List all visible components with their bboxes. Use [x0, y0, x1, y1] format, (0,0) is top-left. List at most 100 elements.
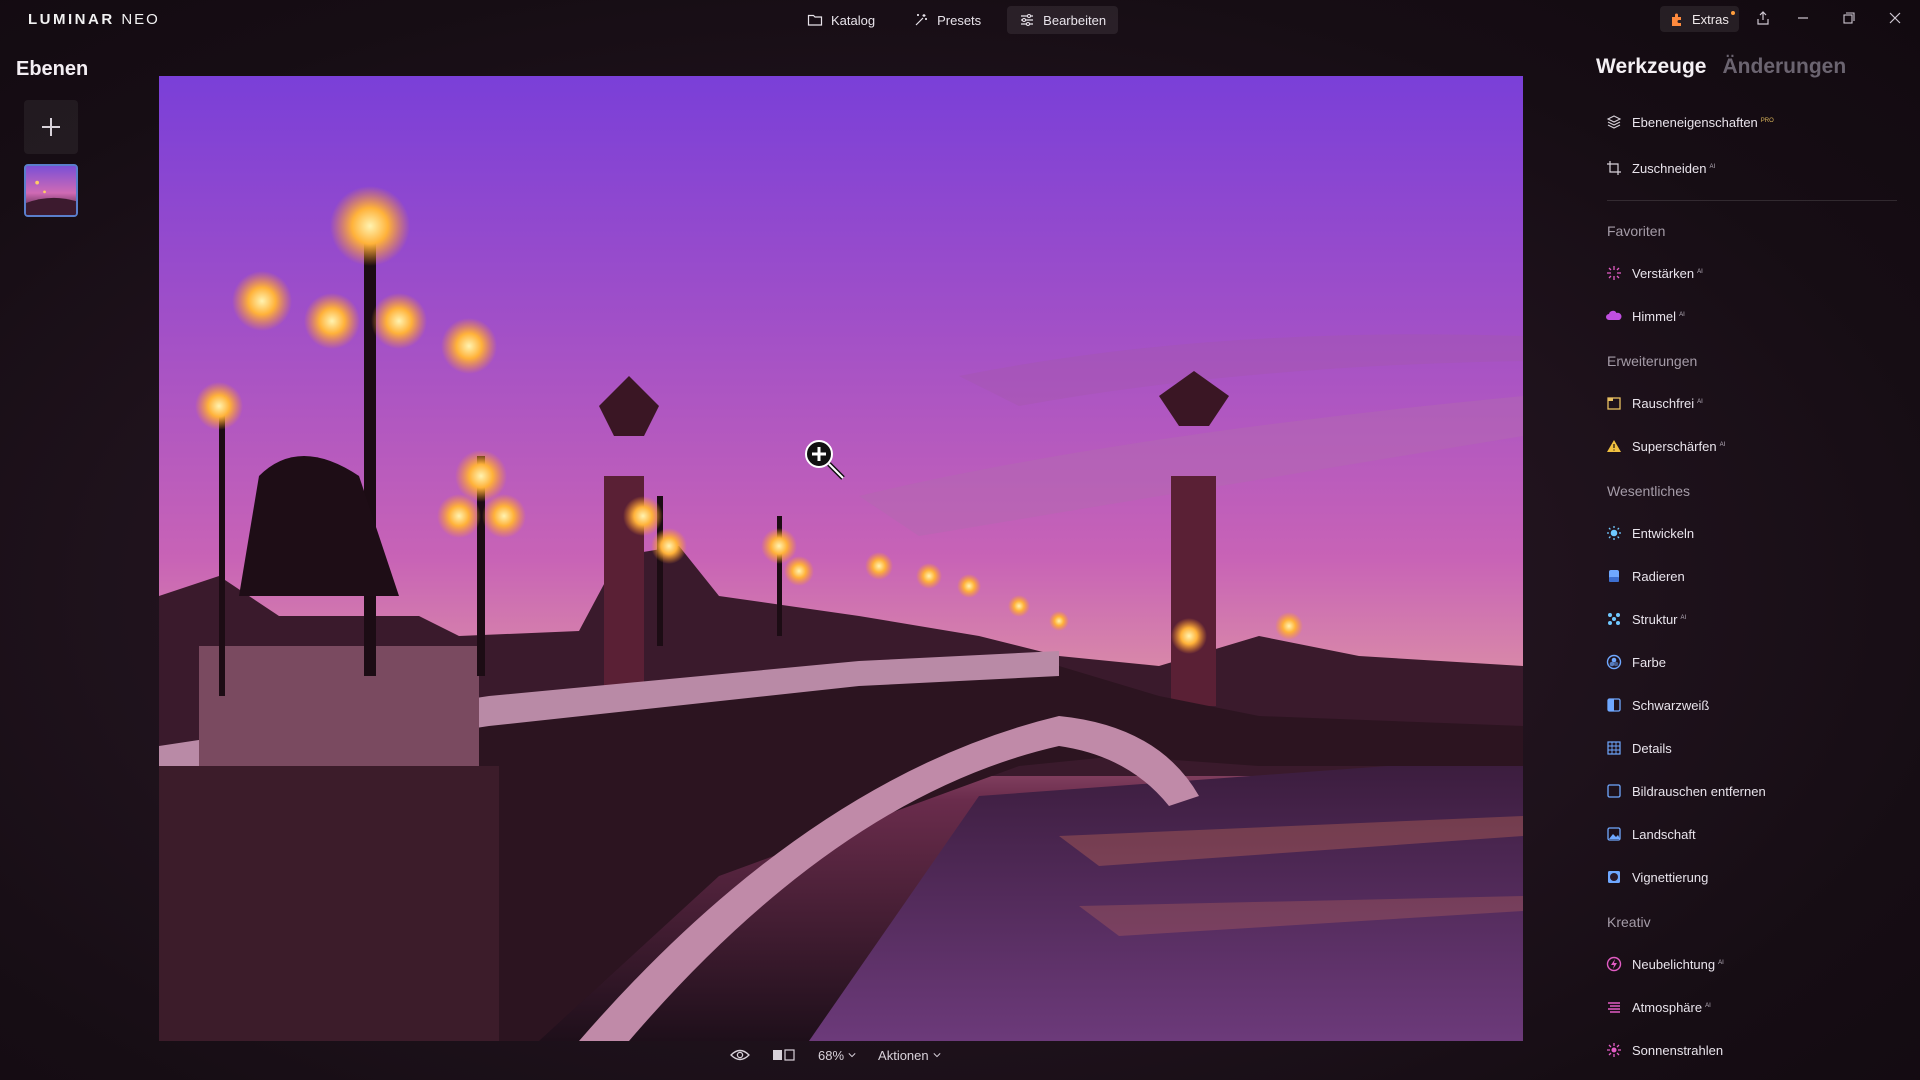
tool-label: Superschärfen — [1632, 438, 1717, 454]
tool-label: Landschaft — [1632, 826, 1696, 842]
ai-badge: AI — [1705, 1002, 1711, 1009]
tool-label: Details — [1632, 740, 1672, 756]
tool-label: Verstärken — [1632, 265, 1695, 281]
tool-ebeneneigenschaften[interactable]: Ebeneneigenschaften PRO — [1606, 109, 1774, 135]
tool-label: Himmel — [1632, 308, 1677, 324]
photo-canvas[interactable] — [159, 76, 1523, 1041]
tool-radieren[interactable]: Radieren — [1606, 563, 1685, 589]
black-white-icon — [1606, 697, 1622, 713]
layer-thumbnail-image — [26, 166, 76, 215]
color-wheel-icon — [1606, 654, 1622, 670]
preview-toggle[interactable] — [730, 1048, 750, 1062]
tool-entwickeln[interactable]: Entwickeln — [1606, 520, 1694, 546]
sunrays-icon — [1606, 1042, 1622, 1058]
nav-katalog[interactable]: Katalog — [795, 6, 887, 34]
triangle-sharpen-icon — [1606, 438, 1622, 454]
nav-bearbeiten[interactable]: Bearbeiten — [1007, 6, 1119, 34]
split-view-icon — [773, 1049, 795, 1061]
tool-atmosphaere[interactable]: Atmosphäre AI — [1606, 994, 1711, 1020]
cloud-icon — [1606, 308, 1622, 324]
noise-free-icon — [1606, 395, 1622, 411]
tool-label: Entwickeln — [1632, 525, 1695, 541]
tool-label: Bildrauschen entfernen — [1632, 783, 1766, 799]
ai-badge: AI — [1679, 311, 1685, 318]
tool-label: Schwarzweiß — [1632, 697, 1710, 713]
zoom-in-cursor-icon — [805, 440, 845, 480]
ai-badge: AI — [1680, 614, 1687, 621]
restore-icon[interactable] — [1839, 8, 1859, 28]
extras-button[interactable]: Extras — [1660, 6, 1739, 32]
actions-dropdown[interactable]: Aktionen — [878, 1048, 941, 1063]
app-logo: LUMINAR NEO — [28, 11, 160, 28]
zoom-dropdown[interactable]: 68% — [818, 1048, 856, 1063]
close-icon[interactable] — [1885, 8, 1905, 28]
bottom-toolbar: 68% Aktionen — [730, 1044, 941, 1066]
right-panel-tabs: Werkzeuge Änderungen — [1596, 55, 1846, 79]
layers-title: Ebenen — [16, 58, 89, 80]
add-layer-button[interactable] — [24, 100, 78, 154]
tool-struktur[interactable]: Struktur AI — [1606, 606, 1686, 632]
tool-farbe[interactable]: Farbe — [1606, 649, 1666, 675]
ai-badge: AI — [1697, 268, 1703, 275]
tool-zuschneiden[interactable]: Zuschneiden AI — [1606, 155, 1715, 181]
nav-presets-label: Presets — [937, 12, 982, 28]
section-kreativ: Kreativ — [1607, 914, 1651, 930]
tool-label: Neubelichtung — [1632, 956, 1716, 972]
plus-icon — [42, 118, 60, 136]
pro-badge: PRO — [1760, 117, 1774, 124]
sliders-icon — [1021, 14, 1034, 26]
tool-label: Radieren — [1632, 568, 1685, 584]
tool-label: Rauschfrei — [1632, 395, 1695, 411]
main-nav: Katalog Presets Bearbeiten — [795, 6, 1119, 34]
notification-dot — [1730, 11, 1735, 15]
compare-toggle[interactable] — [772, 1048, 796, 1062]
ai-badge: AI — [1697, 398, 1703, 405]
tool-label: Zuschneiden — [1632, 160, 1707, 176]
atmosphere-icon — [1606, 999, 1622, 1015]
ai-badge: AI — [1718, 959, 1724, 966]
tool-rauschfrei[interactable]: Rauschfrei AI — [1606, 390, 1703, 416]
tool-bildrauschen-entfernen[interactable]: Bildrauschen entfernen — [1606, 778, 1766, 804]
tool-details[interactable]: Details — [1606, 735, 1672, 761]
tool-label: Atmosphäre — [1632, 999, 1703, 1015]
tool-superschaerfen[interactable]: Superschärfen AI — [1606, 433, 1725, 459]
minimize-icon[interactable] — [1793, 8, 1813, 28]
section-wesentliches: Wesentliches — [1607, 483, 1691, 499]
tab-aenderungen[interactable]: Änderungen — [1723, 55, 1847, 79]
tool-sonnenstrahlen[interactable]: Sonnenstrahlen — [1606, 1037, 1723, 1063]
brand-sub: NEO — [121, 11, 160, 28]
zoom-value: 68% — [818, 1047, 845, 1063]
divider — [1607, 200, 1897, 201]
tool-vignettierung[interactable]: Vignettierung — [1606, 864, 1708, 890]
actions-label: Aktionen — [878, 1047, 929, 1063]
ai-badge: AI — [1709, 163, 1716, 170]
tool-schwarzweiss[interactable]: Schwarzweiß — [1606, 692, 1709, 718]
relight-icon — [1606, 956, 1622, 972]
tool-label: Ebeneneigenschaften — [1632, 114, 1758, 130]
tab-werkzeuge[interactable]: Werkzeuge — [1596, 55, 1707, 79]
eye-icon — [730, 1049, 750, 1061]
layer-thumbnail[interactable] — [24, 164, 78, 217]
nav-bearbeiten-label: Bearbeiten — [1043, 12, 1107, 28]
tool-landschaft[interactable]: Landschaft — [1606, 821, 1696, 847]
nav-presets[interactable]: Presets — [901, 6, 993, 34]
top-bar: LUMINAR NEO Katalog Presets Bearbeiten E… — [0, 0, 1920, 40]
crop-icon — [1606, 160, 1622, 176]
chevron-down-icon — [848, 1053, 856, 1058]
section-erweiterungen: Erweiterungen — [1607, 353, 1698, 369]
tool-verstaerken[interactable]: Verstärken AI — [1606, 260, 1703, 286]
tool-neubelichtung[interactable]: Neubelichtung AI — [1606, 951, 1724, 977]
sun-icon — [1606, 525, 1622, 541]
share-icon[interactable] — [1753, 8, 1773, 28]
bridge-photo — [159, 76, 1523, 1041]
chevron-down-icon — [933, 1053, 941, 1058]
puzzle-icon — [1672, 13, 1681, 26]
nav-katalog-label: Katalog — [831, 12, 876, 28]
denoise-icon — [1606, 783, 1622, 799]
tool-label: Sonnenstrahlen — [1632, 1042, 1724, 1058]
tool-himmel[interactable]: Himmel AI — [1606, 303, 1685, 329]
brand-main: LUMINAR — [28, 11, 115, 28]
tool-label: Struktur — [1632, 611, 1678, 627]
sparkle-icon — [1606, 265, 1622, 281]
tool-label: Farbe — [1632, 654, 1666, 670]
